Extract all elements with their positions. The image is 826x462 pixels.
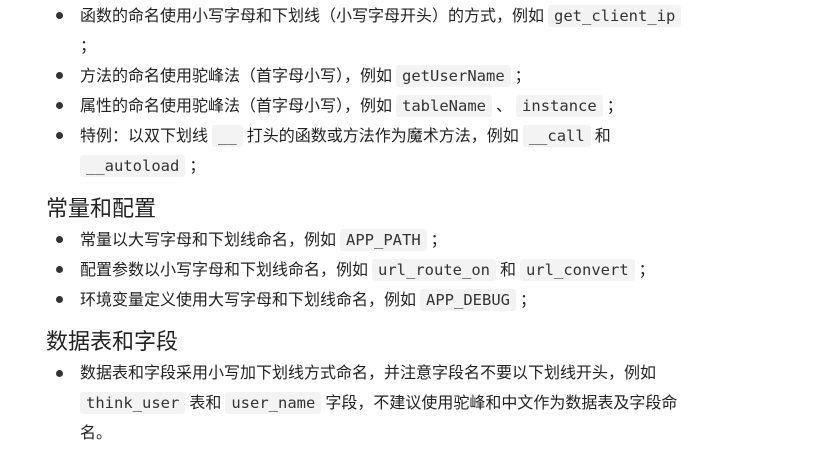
item-text: 常量以大写字母和下划线命名，例如: [80, 230, 337, 249]
item-continuation: 名。: [80, 418, 112, 448]
item-text: 特例：以双下划线: [80, 126, 209, 145]
bullet-dot: [56, 132, 63, 139]
inline-code: instance: [516, 95, 603, 117]
inline-code: APP_DEBUG: [420, 289, 517, 311]
inline-code: getUserName: [396, 65, 511, 87]
item-continuation: ；: [80, 31, 96, 61]
item-text: 和: [594, 126, 611, 145]
list-item-method-naming: 方法的命名使用驼峰法（首字母小写），例如 getUserName；: [80, 61, 531, 91]
inline-code: url_route_on: [372, 259, 496, 281]
item-text: 名。: [80, 423, 113, 442]
item-text: 方法的命名使用驼峰法（首字母小写），例如: [80, 66, 393, 85]
inline-code: think_user: [80, 392, 186, 414]
item-text: 函数的命名使用小写字母和下划线（小写字母开头）的方式，例如: [80, 6, 545, 25]
item-text: 表和: [189, 393, 222, 412]
item-text: 和: [500, 260, 517, 279]
list-item-magic-methods: 特例：以双下划线 __ 打头的函数或方法作为魔术方法，例如 __call 和: [80, 121, 611, 151]
section-heading-constants: 常量和配置: [46, 197, 157, 222]
item-text: 配置参数以小写字母和下划线命名，例如: [80, 260, 369, 279]
list-item-config-params: 配置参数以小写字母和下划线命名，例如 url_route_on 和 url_conve…: [80, 255, 655, 285]
item-continuation: __autoload；: [80, 151, 205, 181]
item-text: 打头的函数或方法作为魔术方法，例如: [246, 126, 519, 145]
bullet-dot: [56, 12, 63, 19]
item-text: 、: [496, 96, 513, 115]
item-text: ；: [80, 36, 97, 55]
item-continuation: think_user 表和 user_name 字段，不建议使用驼峰和中文作为数据表及…: [80, 388, 677, 418]
inline-code: user_name: [225, 392, 322, 414]
inline-code: get_client_ip: [548, 5, 682, 27]
list-item-table-naming: 数据表和字段采用小写加下划线方式命名，并注意字段名不要以下划线开头，例如: [80, 358, 656, 388]
inline-code: __call: [522, 125, 591, 147]
item-text: ；: [514, 66, 531, 85]
item-text: 数据表和字段采用小写加下划线方式命名，并注意字段名不要以下划线开头，例如: [80, 363, 657, 382]
bullet-dot: [56, 370, 63, 377]
item-text: ；: [606, 96, 623, 115]
inline-code: __: [212, 125, 243, 147]
list-item-function-naming: 函数的命名使用小写字母和下划线（小写字母开头）的方式，例如 get_client_…: [80, 1, 685, 31]
bullet-dot: [56, 266, 63, 273]
document-page: 函数的命名使用小写字母和下划线（小写字母开头）的方式，例如 get_client_…: [0, 0, 826, 462]
bullet-dot: [56, 236, 63, 243]
list-item-env-vars: 环境变量定义使用大写字母和下划线命名，例如 APP_DEBUG；: [80, 285, 536, 315]
item-text: 环境变量定义使用大写字母和下划线命名，例如: [80, 290, 417, 309]
inline-code: APP_PATH: [340, 229, 427, 251]
inline-code: url_convert: [520, 259, 635, 281]
section-heading-tables: 数据表和字段: [46, 330, 179, 355]
list-item-property-naming: 属性的命名使用驼峰法（首字母小写），例如 tableName、 instance；: [80, 91, 623, 121]
bullet-dot: [56, 102, 63, 109]
bullet-dot: [56, 296, 63, 303]
list-item-constants: 常量以大写字母和下划线命名，例如 APP_PATH；: [80, 225, 447, 255]
item-text: ；: [430, 230, 447, 249]
item-text: ；: [189, 156, 206, 175]
inline-code: tableName: [396, 95, 493, 117]
bullet-dot: [56, 72, 63, 79]
item-text: 字段，不建议使用驼峰和中文作为数据表及字段命: [325, 393, 678, 412]
item-text: ；: [638, 260, 655, 279]
inline-code: __autoload: [80, 155, 186, 177]
item-text: 属性的命名使用驼峰法（首字母小写），例如: [80, 96, 393, 115]
item-text: ；: [520, 290, 537, 309]
